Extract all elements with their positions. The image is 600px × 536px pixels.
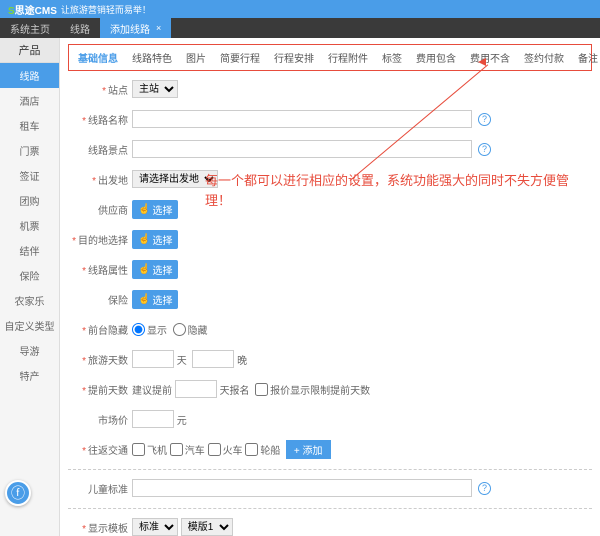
points-input[interactable]: [132, 140, 472, 158]
content: 基础信息 线路特色 图片 简要行程 行程安排 行程附件 标签 费用包含 费用不含…: [60, 38, 600, 536]
annotation-text: 每一个都可以进行相应的设置，系统功能强大的同时不失方便管理！: [205, 171, 590, 210]
sidebar-item[interactable]: 农家乐: [0, 288, 59, 313]
help-icon[interactable]: ?: [478, 143, 491, 156]
insurance-button[interactable]: ☝选择: [132, 290, 178, 309]
label-advance: 提前天数: [68, 382, 128, 397]
sub-tab[interactable]: 费用包含: [409, 47, 463, 68]
arrow-head-icon: [478, 58, 486, 66]
tab-add-route[interactable]: 添加线路×: [100, 18, 171, 38]
tpl-select[interactable]: 标准: [132, 518, 178, 536]
label-depart: 出发地: [68, 172, 128, 187]
price-input[interactable]: [132, 410, 174, 428]
sidebar-item[interactable]: 结伴: [0, 238, 59, 263]
label-attr: 线路属性: [68, 262, 128, 277]
attr-button[interactable]: ☝选择: [132, 260, 178, 279]
sidebar-item[interactable]: 保险: [0, 263, 59, 288]
label-template: 显示模板: [68, 520, 128, 535]
sub-tabs: 基础信息 线路特色 图片 简要行程 行程安排 行程附件 标签 费用包含 费用不含…: [68, 44, 592, 71]
label-vis: 前台隐藏: [68, 322, 128, 337]
sidebar-item[interactable]: 机票: [0, 213, 59, 238]
tpl-select2[interactable]: 模版1: [181, 518, 233, 536]
close-icon[interactable]: ×: [156, 23, 161, 33]
label-price: 市场价: [68, 412, 128, 427]
label-child: 儿童标准: [68, 481, 128, 496]
add-transport-button[interactable]: + 添加: [286, 440, 331, 459]
days-input[interactable]: [132, 350, 174, 368]
site-select[interactable]: 主站: [132, 80, 178, 98]
hand-icon: ☝: [138, 234, 150, 245]
label-name: 线路名称: [68, 112, 128, 127]
sidebar-item[interactable]: 租车: [0, 113, 59, 138]
label-dest: 目的地选择: [68, 232, 128, 247]
sidebar-item[interactable]: 特产: [0, 363, 59, 388]
label-points: 线路景点: [68, 142, 128, 157]
label-supplier: 供应商: [68, 202, 128, 217]
header: S思途CMS 让旅游营销轻而易举！: [0, 0, 600, 18]
t-plane[interactable]: [132, 443, 145, 456]
tab-home[interactable]: 系统主页: [0, 18, 60, 38]
hand-icon: ☝: [138, 294, 150, 305]
label-days: 旅游天数: [68, 352, 128, 367]
label-transport: 往返交通: [68, 442, 128, 457]
divider: [68, 469, 592, 470]
sub-tab[interactable]: 签约付款: [517, 47, 571, 68]
vis-show[interactable]: [132, 323, 145, 336]
sidebar-item[interactable]: 自定义类型: [0, 313, 59, 338]
t-ship[interactable]: [245, 443, 258, 456]
sidebar-head: 产品: [0, 38, 59, 63]
divider: [68, 508, 592, 509]
tab-routes[interactable]: 线路: [60, 18, 100, 38]
sidebar-item-route[interactable]: 线路: [0, 63, 59, 88]
help-icon[interactable]: ?: [478, 482, 491, 495]
help-icon[interactable]: ?: [478, 113, 491, 126]
sidebar-item[interactable]: 门票: [0, 138, 59, 163]
sub-tab[interactable]: 行程附件: [321, 47, 375, 68]
t-bus[interactable]: [170, 443, 183, 456]
vis-hide[interactable]: [173, 323, 186, 336]
supplier-button[interactable]: ☝选择: [132, 200, 178, 219]
sub-tab[interactable]: 线路特色: [125, 47, 179, 68]
logo: S思途CMS: [8, 2, 57, 17]
advance-cb[interactable]: [255, 383, 268, 396]
sidebar-item[interactable]: 签证: [0, 163, 59, 188]
sub-tab[interactable]: 标签: [375, 47, 409, 68]
child-input[interactable]: [132, 479, 472, 497]
sidebar-item[interactable]: 导游: [0, 338, 59, 363]
t-train[interactable]: [208, 443, 221, 456]
hand-icon: ☝: [138, 204, 150, 215]
sub-tab[interactable]: 备注: [571, 47, 600, 68]
sub-tab[interactable]: 基础信息: [71, 47, 125, 68]
label-site: 站点: [68, 82, 128, 97]
float-help-button[interactable]: ⓕ: [5, 480, 31, 506]
hand-icon: ☝: [138, 264, 150, 275]
sub-tab[interactable]: 简要行程: [213, 47, 267, 68]
sidebar-item[interactable]: 团购: [0, 188, 59, 213]
sidebar: 产品 线路 酒店 租车 门票 签证 团购 机票 结伴 保险 农家乐 自定义类型 …: [0, 38, 60, 536]
slogan: 让旅游营销轻而易举！: [61, 3, 151, 16]
sub-tab[interactable]: 费用不含: [463, 47, 517, 68]
sub-tab[interactable]: 行程安排: [267, 47, 321, 68]
label-insurance: 保险: [68, 292, 128, 307]
top-tabs: 系统主页 线路 添加线路×: [0, 18, 600, 38]
sidebar-item[interactable]: 酒店: [0, 88, 59, 113]
dest-button[interactable]: ☝选择: [132, 230, 178, 249]
sub-tab[interactable]: 图片: [179, 47, 213, 68]
nights-input[interactable]: [192, 350, 234, 368]
advance-input[interactable]: [175, 380, 217, 398]
